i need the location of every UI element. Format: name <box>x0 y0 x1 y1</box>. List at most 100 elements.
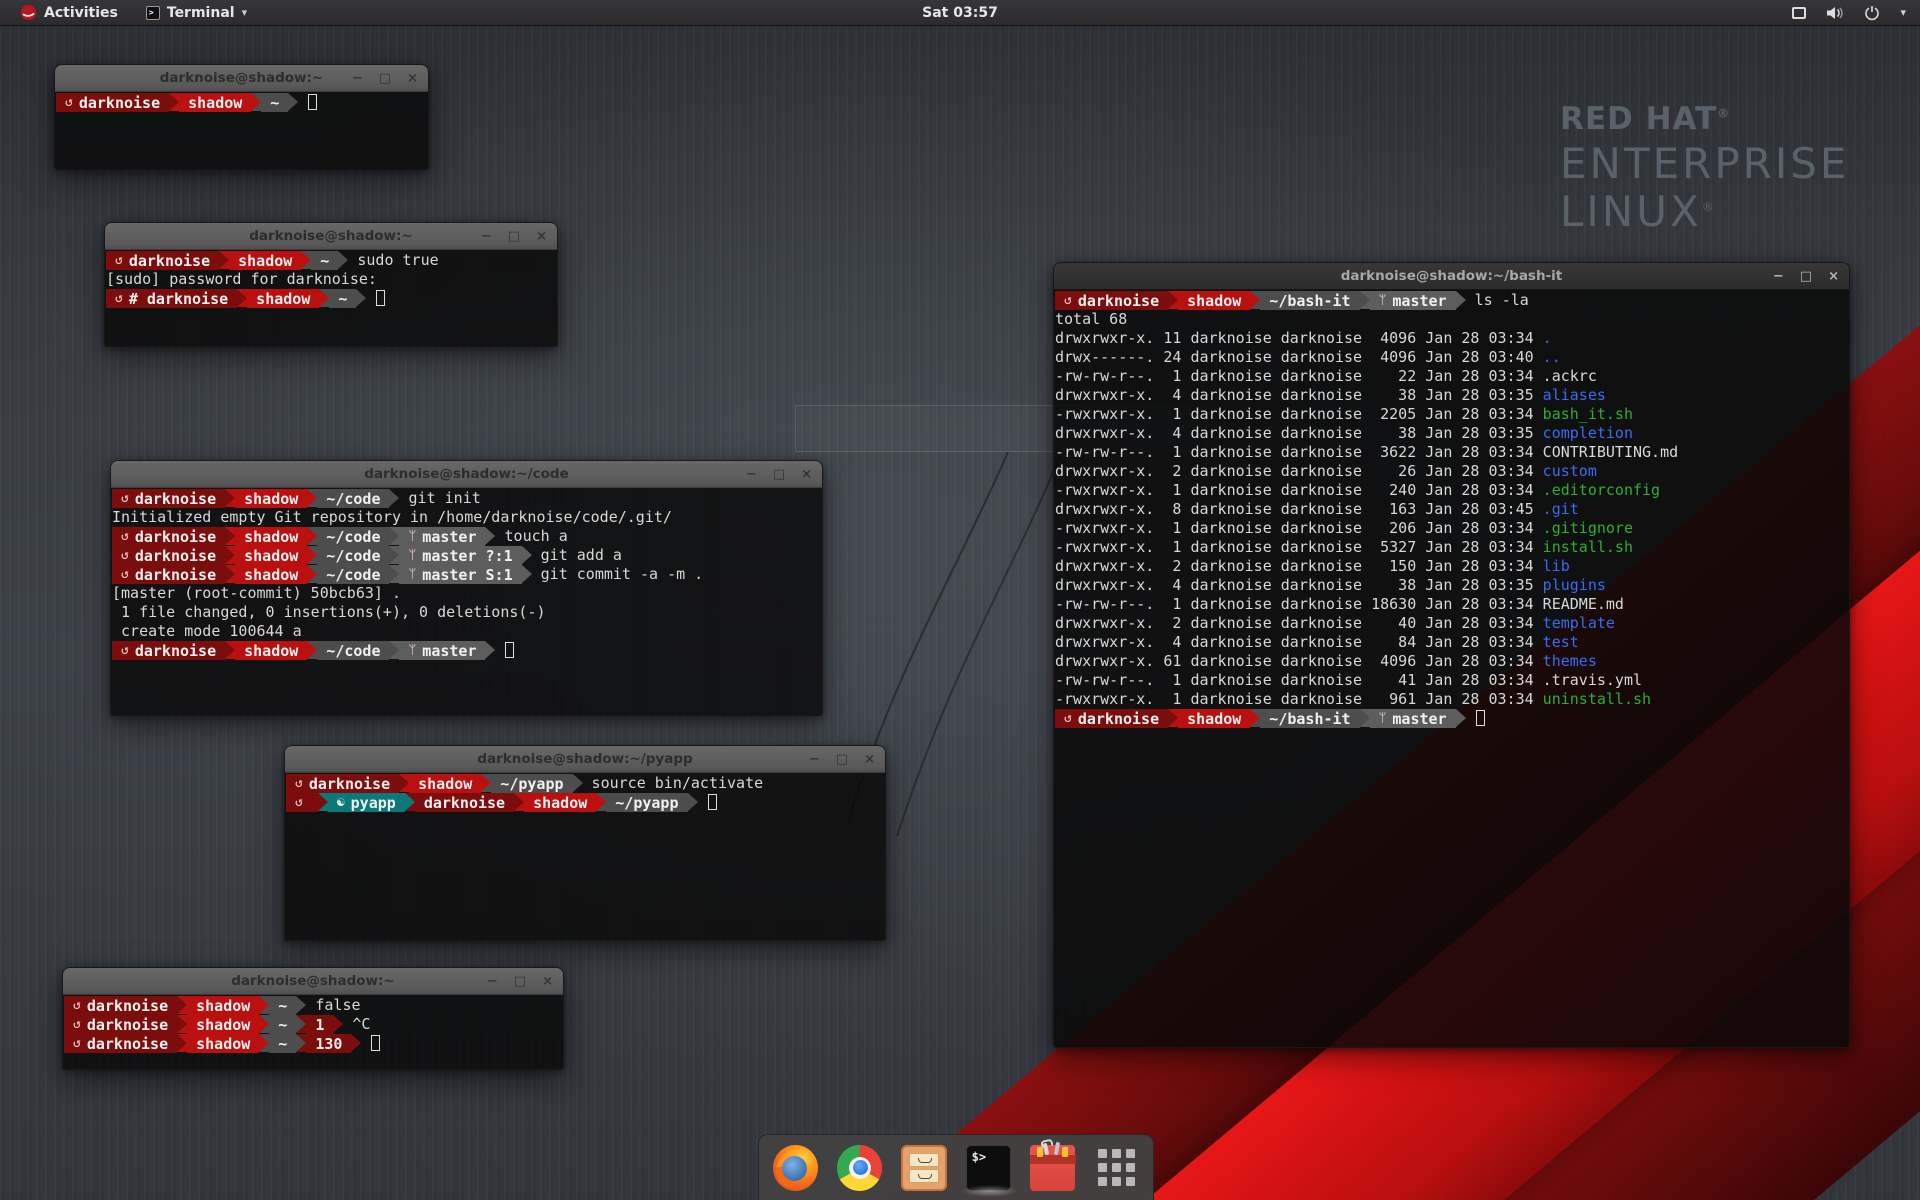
screen-layout-icon[interactable] <box>1792 7 1806 19</box>
terminal-line: drwx------. 24 darknoise darknoise 4096 … <box>1055 348 1849 367</box>
close-button[interactable]: × <box>536 223 547 250</box>
terminal-launcher-icon[interactable]: $> <box>966 1145 1011 1191</box>
titlebar[interactable]: darknoise@shadow:~−□× <box>63 968 563 995</box>
powerline-separator-icon <box>177 996 187 1014</box>
clock[interactable]: Sat 03:57 <box>922 5 998 21</box>
distro-icon: ↺ <box>65 95 73 110</box>
window-title: darknoise@shadow:~/bash-it <box>1341 268 1563 284</box>
file-manager-icon[interactable] <box>901 1145 946 1191</box>
terminal-line: drwxrwxr-x. 4 darknoise darknoise 38 Jan… <box>1055 576 1849 595</box>
terminal-text: drwxrwxr-x. 61 darknoise darknoise 4096 … <box>1055 652 1543 671</box>
terminal-line: ↺darknoiseshadow~/codeᛘmaster <box>112 641 822 660</box>
minimize-button[interactable]: − <box>352 65 363 92</box>
chrome-icon[interactable] <box>837 1145 882 1191</box>
powerline-separator-icon <box>688 793 698 811</box>
minimize-button[interactable]: − <box>1773 263 1784 290</box>
maximize-button[interactable]: □ <box>1800 263 1812 290</box>
terminal-line: ↺darknoiseshadow~1 ^C <box>64 1015 563 1034</box>
prompt-segment: ~ <box>261 93 288 112</box>
prompt-segment: ~ <box>269 996 296 1015</box>
prompt-segment: ᛘmaster <box>1370 709 1456 728</box>
terminal-line: -rwxrwxr-x. 1 darknoise darknoise 961 Ja… <box>1055 690 1849 709</box>
powerline-separator-icon <box>219 251 229 269</box>
prompt-segment: ↺darknoise <box>64 996 177 1015</box>
activities-button[interactable]: Activities <box>10 0 128 26</box>
distro-icon: ↺ <box>115 253 123 268</box>
powerline-separator-icon <box>389 546 399 564</box>
terminal-content[interactable]: ↺darknoiseshadow~/bash-itᛘmaster ls -lat… <box>1054 290 1849 1047</box>
minimize-button[interactable]: − <box>809 746 820 773</box>
terminal-window-bash-it[interactable]: darknoise@shadow:~/bash-it −□ ×↺darknoises… <box>1053 262 1850 1048</box>
terminal-content[interactable]: ↺darknoiseshadow~ sudo true[sudo] passwo… <box>105 250 557 346</box>
maximize-button[interactable]: □ <box>508 223 520 250</box>
titlebar[interactable]: darknoise@shadow:~/code−□× <box>111 461 822 488</box>
powerline-separator-icon <box>319 289 329 307</box>
terminal-window-code[interactable]: darknoise@shadow:~/code−□×↺darknoiseshad… <box>110 460 823 716</box>
terminal-window-home-small[interactable]: darknoise@shadow:~−□×↺darknoiseshadow~ <box>54 64 429 170</box>
terminal-line: ↺darknoiseshadow~ <box>56 93 428 112</box>
powerline-separator-icon <box>522 565 532 583</box>
minimize-button[interactable]: − <box>481 223 492 250</box>
terminal-window-pyapp[interactable]: darknoise@shadow:~/pyapp−□×↺darknoisesha… <box>284 745 886 941</box>
powerline-separator-icon <box>481 774 491 792</box>
close-button[interactable]: × <box>1828 263 1839 290</box>
maximize-button[interactable]: □ <box>379 65 391 92</box>
prompt-segment: ᛘmaster <box>1370 291 1456 310</box>
titlebar[interactable]: darknoise@shadow:~−□× <box>55 65 428 92</box>
close-button[interactable]: × <box>864 746 875 773</box>
app-menu-terminal[interactable]: > Terminal ▾ <box>136 0 257 26</box>
branch-icon: ᛘ <box>408 567 416 582</box>
terminal-line: [master (root-commit) 50bcb63] . <box>112 584 822 603</box>
powerline-separator-icon <box>307 565 317 583</box>
prompt-segment: shadow <box>235 565 307 584</box>
terminal-text: .editorconfig <box>1543 481 1660 500</box>
app-grid-icon[interactable] <box>1094 1145 1139 1191</box>
distro-icon: ↺ <box>121 529 129 544</box>
maximize-button[interactable]: □ <box>514 968 526 995</box>
powerline-separator-icon <box>225 565 235 583</box>
running-indicator-glow <box>962 1185 1018 1197</box>
powerline-separator-icon <box>225 489 235 507</box>
prompt-segment: ↺darknoise <box>64 1015 177 1034</box>
terminal-window-sudo[interactable]: darknoise@shadow:~−□×↺darknoiseshadow~ s… <box>104 222 558 347</box>
maximize-button[interactable]: □ <box>836 746 848 773</box>
terminal-line: create mode 100644 a <box>112 622 822 641</box>
terminal-content[interactable]: ↺darknoiseshadow~/pyapp source bin/activ… <box>285 773 885 940</box>
prompt-segment: ~/code <box>317 546 389 565</box>
titlebar[interactable]: darknoise@shadow:~−□× <box>105 223 557 250</box>
terminal-content[interactable]: ↺darknoiseshadow~/code git initInitializ… <box>111 488 822 715</box>
terminal-line: total 68 <box>1055 310 1849 329</box>
maximize-button[interactable]: □ <box>773 461 785 488</box>
terminal-text: template <box>1543 614 1615 633</box>
app-menu-label: Terminal <box>167 5 235 21</box>
close-button[interactable]: × <box>542 968 553 995</box>
wrench-icon <box>1043 1142 1049 1155</box>
terminal-line: -rw-rw-r--. 1 darknoise darknoise 41 Jan… <box>1055 671 1849 690</box>
terminal-line: drwxrwxr-x. 2 darknoise darknoise 150 Ja… <box>1055 557 1849 576</box>
terminal-text: [sudo] password for darknoise: <box>106 270 377 289</box>
terminal-content[interactable]: ↺darknoiseshadow~ false↺darknoiseshadow~… <box>63 995 563 1069</box>
volume-icon[interactable] <box>1826 5 1844 21</box>
power-icon[interactable] <box>1864 5 1880 21</box>
close-button[interactable]: × <box>407 65 418 92</box>
powerline-separator-icon <box>1360 709 1370 727</box>
system-menu-chevron-icon[interactable]: ▾ <box>1900 6 1906 19</box>
minimize-button[interactable]: − <box>746 461 757 488</box>
drawer-bottom <box>909 1169 938 1183</box>
screwdriver-icon <box>1054 1141 1060 1154</box>
terminal-line: ↺darknoiseshadow~/codeᛘmaster touch a <box>112 527 822 546</box>
terminal-content[interactable]: ↺darknoiseshadow~ <box>55 92 428 169</box>
prompt-segment: shadow <box>247 289 319 308</box>
titlebar[interactable]: darknoise@shadow:~/pyapp−□× <box>285 746 885 773</box>
titlebar[interactable]: darknoise@shadow:~/bash-it −□ × <box>1054 263 1849 290</box>
firefox-icon[interactable] <box>773 1145 818 1191</box>
chrome-dot <box>853 1160 868 1175</box>
prompt-segment: ↺darknoise <box>286 774 399 793</box>
minimize-button[interactable]: − <box>487 968 498 995</box>
toolbox-icon[interactable] <box>1030 1145 1075 1191</box>
close-button[interactable]: × <box>801 461 812 488</box>
window-controls: −□ × <box>481 223 547 250</box>
prompt-segment: ↺darknoise <box>64 1034 177 1053</box>
powerline-separator-icon <box>177 1015 187 1033</box>
terminal-window-exit-codes[interactable]: darknoise@shadow:~−□×↺darknoiseshadow~ f… <box>62 967 564 1070</box>
